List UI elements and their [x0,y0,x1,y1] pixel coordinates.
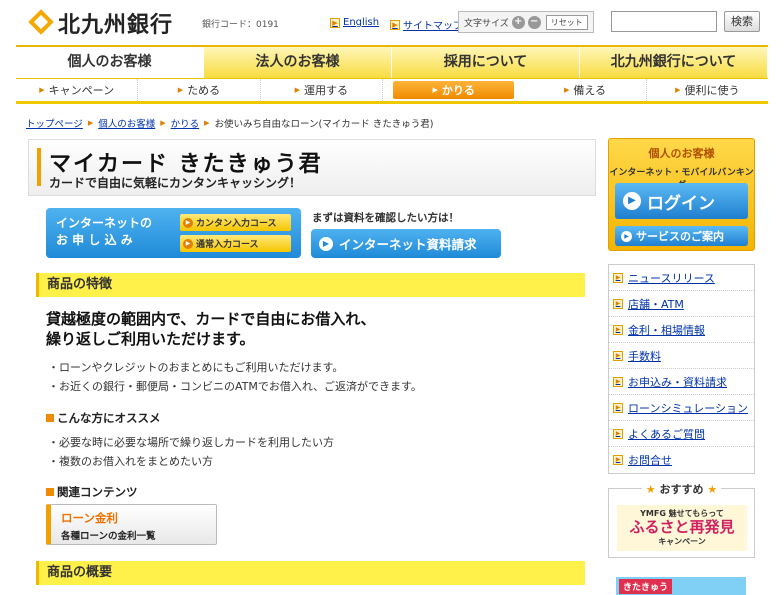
list-item: ・複数のお借入れをまとめたい方 [48,455,213,468]
subnav-prepare[interactable]: ▶ 備える [524,79,647,101]
triangle-icon: ▶ [563,85,570,94]
kitakyu-banner[interactable]: きたきゅう [616,577,746,595]
logo-mark-icon [26,9,54,37]
tab-about[interactable]: 北九州銀行について [580,47,768,78]
arrow-icon: ▶ [319,236,333,251]
english-link[interactable]: ▶ English [330,17,379,28]
bank-logo[interactable]: 北九州銀行 [26,7,173,39]
subnav-save[interactable]: ▶ ためる [138,79,261,101]
loan-rate-sub: 各種ローンの金利一覧 [61,531,156,542]
arrow-icon: ▶ [613,376,623,387]
search-button[interactable]: 検索 [724,11,760,32]
square-icon [46,414,54,422]
breadcrumb-personal[interactable]: 個人のお客様 [98,116,155,130]
doc-request-button[interactable]: ▶ インターネット資料請求 [311,229,501,258]
related-heading: 関連コンテンツ [46,484,138,500]
arrow-icon: ▶ [621,230,632,242]
side-item-apply[interactable]: ▶ お申込み・資料請求 [609,369,754,395]
font-plus-icon[interactable]: + [511,15,525,29]
triangle-icon: ▶ [177,85,184,94]
easy-course-button[interactable]: ▶ カンタン入力コース [180,214,291,231]
login-panel: 個人のお客様 インターネット・モバイルバンキング ▶ ログイン ▶ サービスのご… [608,138,755,251]
bank-code: 銀行コード：0191 [202,20,279,30]
arrow-icon: ▶ [613,324,623,335]
arrow-icon: ▶ [330,17,340,28]
side-item-news[interactable]: ▶ ニュースリリース [609,265,754,291]
recommend-title: ★ おすすめ ★ [609,481,754,497]
features-lead: 貸越極度の範囲内で、カードで自由にお借入れ、 繰り返しご利用いただけます。 [46,310,376,348]
product-header: マイカード きたきゅう君 カードで自由に気軽にカンタンキャッシング！ [28,139,596,196]
login-category: 個人のお客様 [648,147,715,160]
arrow-icon: ▶ [613,428,623,439]
subnav-borrow[interactable]: ▶ かりる [392,81,515,99]
page-subtitle: カードで自由に気軽にカンタンキャッシング！ [49,176,302,190]
breadcrumb-arrow-icon: ▶ [160,119,166,127]
doc-request-note: まずは資料を確認したい方は！ [312,212,459,224]
arrow-icon: ▶ [613,350,623,361]
loan-rate-title: ローン金利 [61,511,118,525]
recommend-box: ★ おすすめ ★ YMFG 魅せてもらって ふるさと再発見 キャンペーン [608,483,755,558]
subnav-invest[interactable]: ▶ 運用する [261,79,383,101]
service-guide-button[interactable]: ▶ サービスのご案内 [615,226,748,246]
title-accent-bar [37,148,41,186]
side-menu: ▶ ニュースリリース ▶ 店舗・ATM ▶ 金利・相場情報 ▶ 手数料 ▶ お申込み・資料… [608,264,755,474]
breadcrumb-arrow-icon: ▶ [87,119,94,127]
breadcrumb-current: お使いみち自由なローン(マイカード きたきゅう君) [214,119,434,130]
font-size-control: 文字サイズ + − リセット [458,11,594,33]
tab-corporate[interactable]: 法人のお客様 [204,47,392,78]
triangle-icon: ▶ [432,85,438,94]
triangle-icon: ▶ [675,85,681,94]
tab-personal[interactable]: 個人のお客様 [16,47,204,78]
main-tabs: 個人のお客様 法人のお客様 採用について 北九州銀行について [16,45,768,78]
loan-rate-link[interactable]: ローン金利 各種ローンの金利一覧 [46,504,217,545]
font-reset-button[interactable]: リセット [545,14,588,30]
square-icon [46,488,54,496]
list-item: ・お近くの銀行・郵便局・コンビニのATMでお借入れ、ご返済ができます。 [48,380,422,393]
triangle-icon: ▶ [39,85,45,94]
star-icon: ★ [707,483,718,496]
normal-course-button[interactable]: ▶ 通常入力コース [180,235,291,252]
arrow-icon: ▶ [623,192,641,210]
subnav-convenient[interactable]: ▶ 便利に使う [647,79,768,101]
campaign-banner[interactable]: YMFG 魅せてもらって ふるさと再発見 キャンペーン [617,505,747,551]
tab-recruit[interactable]: 採用について [392,47,580,78]
side-item-fees[interactable]: ▶ 手数料 [609,343,754,369]
arrow-icon: ▶ [613,402,623,413]
star-icon: ★ [645,483,656,496]
side-item-contact[interactable]: ▶ お問合せ [609,447,754,473]
breadcrumb: トップページ ▶ 個人のお客様 ▶ かりる ▶ お使いみち自由なローン(マイカー… [26,116,433,130]
arrow-icon: ▶ [390,19,400,30]
arrow-icon: ▶ [183,238,193,249]
recommend-list: ・必要な時に必要な場所で繰り返しカードを利用したい方 ・複数のお借入れをまとめた… [48,433,334,471]
triangle-icon: ▶ [294,85,301,94]
breadcrumb-borrow[interactable]: かりる [171,116,200,130]
sitemap-link[interactable]: ▶ サイトマップ [390,17,463,32]
side-item-faq[interactable]: ▶ よくあるご質問 [609,421,754,447]
breadcrumb-top[interactable]: トップページ [26,116,83,130]
breadcrumb-arrow-icon: ▶ [204,119,210,127]
login-button[interactable]: ▶ ログイン [615,183,748,219]
features-list: ・ローンやクレジットのおまとめにもご利用いただけます。 ・お近くの銀行・郵便局・… [48,358,422,396]
arrow-icon: ▶ [613,455,623,465]
arrow-icon: ▶ [613,298,623,309]
sub-nav: ▶ キャンペーン ▶ ためる ▶ 運用する ▶ かりる ▶ 備える ▶ 便利に使う [16,78,768,104]
page: 北九州銀行 銀行コード：0191 ▶ English ▶ サイトマップ 文字サイ… [16,0,768,595]
arrow-icon: ▶ [613,272,623,283]
search-input[interactable] [611,11,717,32]
subnav-campaign[interactable]: ▶ キャンペーン [16,79,139,101]
font-size-label: 文字サイズ [464,18,509,29]
font-minus-icon[interactable]: − [527,15,541,29]
side-item-simulation[interactable]: ▶ ローンシミュレーション [609,395,754,421]
internet-apply-panel: インターネットの お 申 し 込 み ▶ カンタン入力コース ▶ 通常入力コース [46,208,301,258]
arrow-icon: ▶ [183,217,193,228]
list-item: ・必要な時に必要な場所で繰り返しカードを利用したい方 [48,436,334,449]
list-item: ・ローンやクレジットのおまとめにもご利用いただけます。 [48,361,344,374]
overview-heading: 商品の概要 [36,561,585,585]
logo-text: 北九州銀行 [58,13,174,38]
side-item-rates[interactable]: ▶ 金利・相場情報 [609,317,754,343]
side-item-branch-atm[interactable]: ▶ 店舗・ATM [609,291,754,317]
apply-label: インターネットの お 申 し 込 み [56,216,153,247]
features-heading: 商品の特徴 [36,273,585,297]
recommend-heading: こんな方にオススメ [46,410,161,426]
